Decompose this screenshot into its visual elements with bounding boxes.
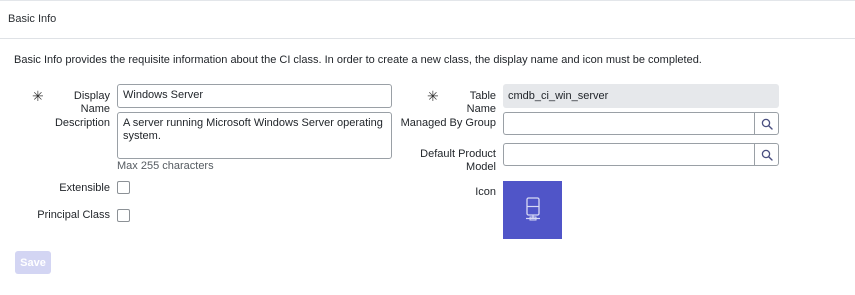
section-header: Basic Info	[0, 1, 855, 39]
managed-by-group-lookup	[503, 112, 779, 135]
principal-class-checkbox[interactable]	[117, 209, 130, 222]
section-title: Basic Info	[8, 13, 57, 25]
display-name-label: Display Name	[73, 90, 110, 115]
icon-picker[interactable]	[503, 181, 562, 239]
managed-by-group-input[interactable]	[503, 112, 754, 135]
default-product-model-label: Default Product Model	[400, 148, 496, 174]
extensible-label: Extensible	[59, 182, 110, 194]
server-icon	[525, 197, 540, 221]
table-name-readonly: cmdb_ci_win_server	[503, 84, 779, 108]
intro-text: Basic Info provides the requisite inform…	[14, 54, 702, 66]
search-icon	[761, 149, 773, 161]
description-label: Description	[54, 117, 110, 129]
principal-class-label: Principal Class	[37, 209, 110, 221]
managed-by-group-label: Managed By Group	[400, 117, 496, 129]
default-product-model-search-button[interactable]	[754, 143, 779, 166]
extensible-checkbox[interactable]	[117, 181, 130, 194]
save-button[interactable]: Save	[15, 251, 51, 274]
default-product-model-input[interactable]	[503, 143, 754, 166]
required-marker: ✳	[427, 88, 439, 104]
display-name-input[interactable]: Windows Server	[117, 84, 392, 108]
icon-label: Icon	[475, 186, 496, 198]
default-product-model-label-line2: Model	[466, 161, 496, 173]
search-icon	[761, 118, 773, 130]
default-product-model-label-line1: Default Product	[420, 148, 496, 160]
required-marker: ✳	[32, 88, 44, 104]
description-hint: Max 255 characters	[117, 160, 214, 172]
table-name-label: Table Name	[466, 90, 496, 115]
default-product-model-lookup	[503, 143, 779, 166]
managed-by-group-search-button[interactable]	[754, 112, 779, 135]
description-textarea[interactable]: A server running Microsoft Windows Serve…	[117, 112, 392, 159]
